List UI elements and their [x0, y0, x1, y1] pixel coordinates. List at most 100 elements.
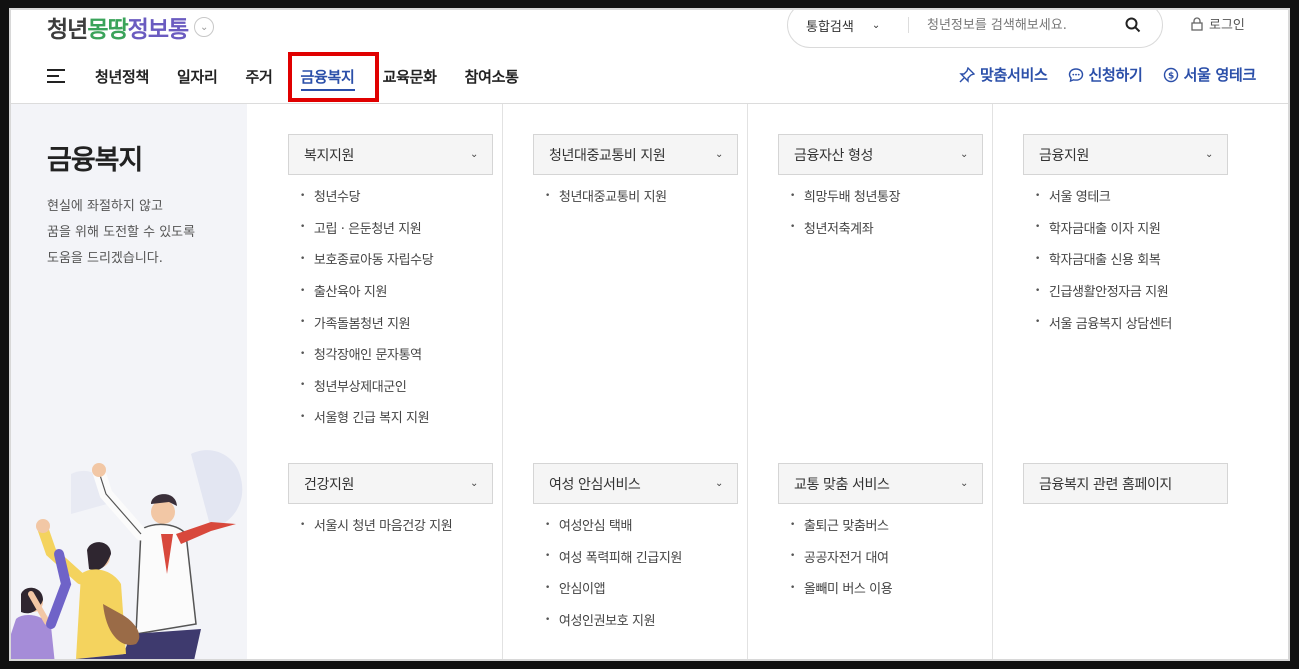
- list-item[interactable]: 여성안심 택배: [545, 509, 682, 541]
- main-nav: 청년정책 일자리 주거 금융복지 교육문화 참여소통: [47, 62, 547, 91]
- list-item[interactable]: 출산육아 지원: [300, 275, 433, 307]
- category-title: 금융복지: [47, 145, 143, 176]
- search-divider: [908, 17, 909, 33]
- search-scope-label: 통합검색: [806, 19, 854, 35]
- nav-item-education-culture[interactable]: 교육문화: [383, 66, 437, 87]
- list-item[interactable]: 여성 폭력피해 긴급지원: [545, 541, 682, 573]
- group-dropdown-transit[interactable]: 청년대중교통비 지원 ⌄: [533, 134, 738, 175]
- list-item[interactable]: 올빼미 버스 이용: [790, 572, 893, 604]
- link-list-health: 서울시 청년 마음건강 지원: [300, 509, 453, 541]
- lock-icon: [1191, 16, 1203, 31]
- seoul-youngtech-label: 서울 영테크: [1183, 66, 1257, 84]
- group-title: 금융자산 형성: [794, 147, 873, 164]
- group-title: 청년대중교통비 지원: [549, 147, 666, 164]
- search-scope-select[interactable]: 통합검색 ⌄: [806, 16, 902, 35]
- hamburger-menu-icon[interactable]: [47, 69, 65, 83]
- chevron-down-icon: ⌄: [960, 478, 968, 489]
- seoul-youngtech-link[interactable]: $ 서울 영테크: [1163, 64, 1256, 85]
- link-list-women-safety: 여성안심 택배 여성 폭력피해 긴급지원 안심이앱 여성인권보호 지원: [545, 509, 682, 635]
- chevron-down-icon: ⌄: [470, 478, 478, 489]
- group-title: 건강지원: [304, 476, 354, 493]
- chevron-down-icon: ⌄: [1205, 149, 1213, 160]
- nav-item-finance-welfare[interactable]: 금융복지: [300, 66, 355, 91]
- group-title: 금융복지 관련 홈페이지: [1039, 476, 1172, 493]
- list-item[interactable]: 안심이앱: [545, 572, 682, 604]
- list-item[interactable]: 공공자전거 대여: [790, 541, 892, 573]
- custom-service-label: 맞춤서비스: [980, 66, 1048, 84]
- login-link[interactable]: 로그인: [1191, 14, 1245, 33]
- list-item[interactable]: 청년수당: [300, 180, 433, 212]
- chat-icon: [1068, 67, 1083, 82]
- chevron-down-icon: ⌄: [960, 149, 968, 160]
- category-description: 현실에 좌절하지 않고 꿈을 위해 도전할 수 있도록 도움을 드리겠습니다.: [47, 194, 237, 272]
- chevron-down-icon: ⌄: [715, 149, 723, 160]
- link-list-finance: 서울 영테크 학자금대출 이자 지원 학자금대출 신용 회복 긴급생활안정자금 …: [1035, 180, 1172, 338]
- coin-icon: $: [1163, 67, 1178, 82]
- apply-link[interactable]: 신청하기: [1068, 64, 1143, 85]
- group-title: 교통 맞춤 서비스: [794, 476, 890, 493]
- list-item[interactable]: 청년대중교통비 지원: [545, 180, 667, 212]
- list-item[interactable]: 학자금대출 신용 회복: [1035, 243, 1172, 275]
- page: 청년 몽땅 정보통 ⌄ 통합검색 ⌄ 로그인 청년정책 일자리 주: [9, 8, 1290, 661]
- list-item[interactable]: 출퇴근 맞춤버스: [790, 509, 892, 541]
- link-list-welfare: 청년수당 고립 · 은둔청년 지원 보호종료아동 자립수당 출산육아 지원 가족…: [300, 180, 434, 433]
- logo-part-3: 정보통: [127, 17, 189, 43]
- link-list-transit: 청년대중교통비 지원: [545, 180, 667, 212]
- search-input[interactable]: [927, 17, 1122, 33]
- description-line-3: 도움을 드리겠습니다.: [47, 251, 163, 266]
- category-sidebar: 금융복지 현실에 좌절하지 않고 꿈을 위해 도전할 수 있도록 도움을 드리겠…: [11, 104, 247, 659]
- description-line-2: 꿈을 위해 도전할 수 있도록: [47, 225, 196, 240]
- group-dropdown-health[interactable]: 건강지원 ⌄: [288, 463, 493, 504]
- youth-cheering-illustration: [11, 450, 243, 659]
- group-dropdown-women-safety[interactable]: 여성 안심서비스 ⌄: [533, 463, 738, 504]
- nav-item-participation[interactable]: 참여소통: [465, 66, 519, 87]
- group-dropdown-finance[interactable]: 금융지원 ⌄: [1023, 134, 1228, 175]
- list-item[interactable]: 긴급생활안정자금 지원: [1035, 275, 1172, 307]
- menu-column-4: 금융지원 ⌄ 서울 영테크 학자금대출 이자 지원 학자금대출 신용 회복 긴급…: [993, 104, 1288, 659]
- group-dropdown-welfare[interactable]: 복지지원 ⌄: [288, 134, 493, 175]
- group-title: 여성 안심서비스: [549, 476, 641, 493]
- login-label: 로그인: [1209, 18, 1245, 33]
- svg-text:$: $: [1168, 71, 1174, 81]
- list-item[interactable]: 서울시 청년 마음건강 지원: [300, 509, 453, 541]
- nav-item-jobs[interactable]: 일자리: [177, 66, 218, 87]
- apply-label: 신청하기: [1088, 66, 1143, 84]
- list-item[interactable]: 고립 · 은둔청년 지원: [300, 212, 433, 244]
- group-dropdown-asset[interactable]: 금융자산 형성 ⌄: [778, 134, 983, 175]
- related-homepages-button[interactable]: 금융복지 관련 홈페이지: [1023, 463, 1228, 504]
- list-item[interactable]: 청년저축계좌: [790, 212, 900, 244]
- group-title: 복지지원: [304, 147, 354, 164]
- chevron-down-icon: ⌄: [470, 149, 478, 160]
- logo-text: 청년 몽땅 정보통: [47, 10, 189, 44]
- site-logo[interactable]: 청년 몽땅 정보통 ⌄: [47, 10, 215, 44]
- list-item[interactable]: 학자금대출 이자 지원: [1035, 212, 1172, 244]
- search-icon[interactable]: [1122, 14, 1144, 36]
- custom-service-link[interactable]: 맞춤서비스: [959, 64, 1048, 85]
- menu-column-3: 금융자산 형성 ⌄ 희망두배 청년통장 청년저축계좌 교통 맞춤 서비스 ⌄ 출…: [748, 104, 993, 659]
- list-item[interactable]: 청각장애인 문자통역: [300, 338, 433, 370]
- list-item[interactable]: 서울형 긴급 복지 지원: [300, 401, 433, 433]
- chevron-down-icon: ⌄: [715, 478, 723, 489]
- search-bar: 통합검색 ⌄: [787, 10, 1163, 48]
- nav-item-youth-policy[interactable]: 청년정책: [95, 66, 149, 87]
- menu-column-1: 복지지원 ⌄ 청년수당 고립 · 은둔청년 지원 보호종료아동 자립수당 출산육…: [258, 104, 503, 659]
- list-item[interactable]: 서울 영테크: [1035, 180, 1172, 212]
- logo-part-1: 청년: [47, 17, 88, 43]
- list-item[interactable]: 서울 금융복지 상담센터: [1035, 306, 1172, 338]
- link-list-transport: 출퇴근 맞춤버스 공공자전거 대여 올빼미 버스 이용: [790, 509, 893, 604]
- nav-item-housing[interactable]: 주거: [246, 66, 273, 87]
- list-item[interactable]: 보호종료아동 자립수당: [300, 243, 434, 275]
- description-line-1: 현실에 좌절하지 않고: [47, 199, 163, 214]
- list-item[interactable]: 가족돌봄청년 지원: [300, 306, 433, 338]
- group-dropdown-transport[interactable]: 교통 맞춤 서비스 ⌄: [778, 463, 983, 504]
- group-title: 금융지원: [1039, 147, 1089, 164]
- list-item[interactable]: 청년부상제대군인: [300, 370, 433, 402]
- site-header: 청년 몽땅 정보통 ⌄ 통합검색 ⌄ 로그인 청년정책 일자리 주: [11, 10, 1288, 104]
- menu-column-2: 청년대중교통비 지원 ⌄ 청년대중교통비 지원 여성 안심서비스 ⌄ 여성안심 …: [503, 104, 748, 659]
- link-list-asset: 희망두배 청년통장 청년저축계좌: [790, 180, 901, 244]
- list-item[interactable]: 여성인권보호 지원: [545, 604, 682, 636]
- pin-icon: [959, 66, 976, 83]
- list-item[interactable]: 희망두배 청년통장: [790, 180, 901, 212]
- chevron-down-icon: ⌄: [871, 19, 881, 31]
- chevron-down-icon[interactable]: ⌄: [194, 17, 215, 37]
